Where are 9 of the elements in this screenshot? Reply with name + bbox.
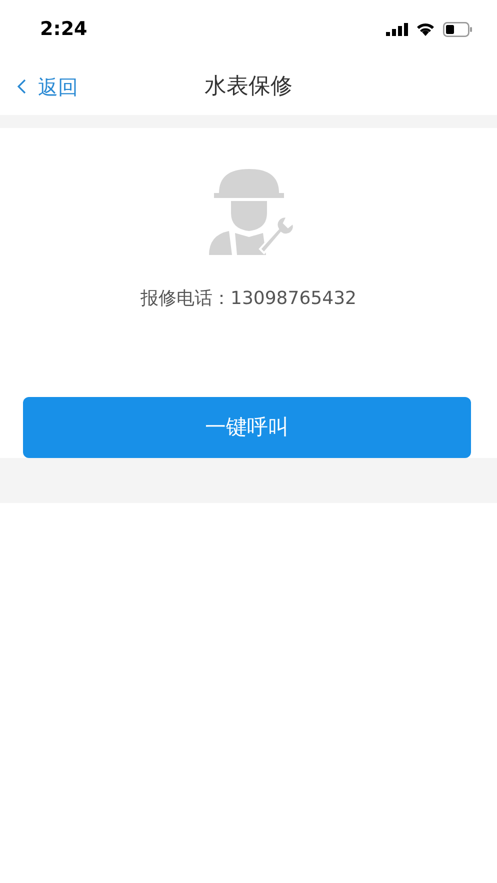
status-time: 2:24	[40, 16, 88, 42]
back-button[interactable]: 返回	[17, 72, 78, 102]
repair-phone-text: 报修电话：13098765432	[140, 287, 356, 311]
wifi-icon	[416, 22, 435, 36]
back-chevron-icon	[17, 79, 26, 94]
battery-icon	[443, 22, 473, 36]
page-title: 水表保修	[204, 73, 292, 101]
call-button[interactable]: 一键呼叫	[23, 397, 471, 458]
signal-icon	[386, 22, 408, 36]
